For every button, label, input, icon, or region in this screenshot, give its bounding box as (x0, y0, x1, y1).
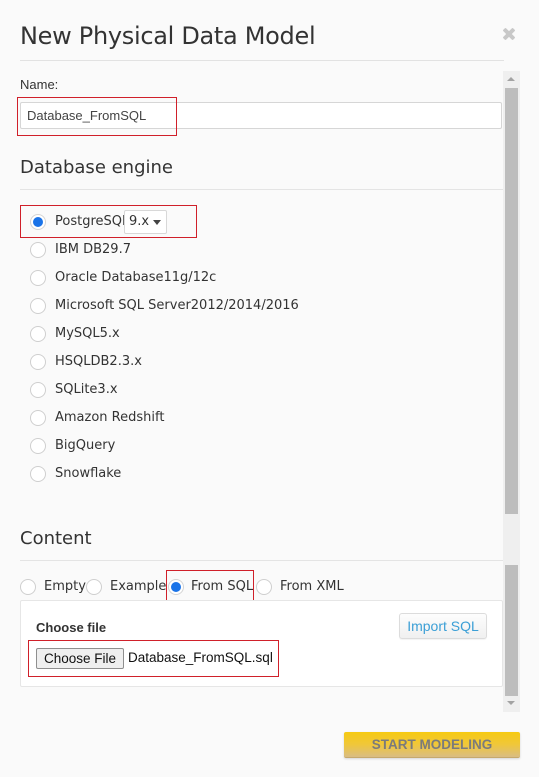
label-from-xml[interactable]: From XML (280, 579, 344, 594)
label-example[interactable]: Example (110, 579, 166, 594)
radio-oracle[interactable] (30, 270, 46, 286)
radio-snowflake[interactable] (30, 466, 46, 482)
title-divider (20, 60, 504, 61)
radio-mysql[interactable] (30, 326, 46, 342)
import-sql-button[interactable]: Import SQL (399, 613, 487, 639)
postgresql-version-select[interactable]: 9.x (124, 210, 167, 234)
database-engine-divider (20, 189, 503, 190)
name-input[interactable] (20, 102, 502, 129)
radio-sqlite[interactable] (30, 382, 46, 398)
radio-bigquery[interactable] (30, 438, 46, 454)
choose-file-label: Choose file (36, 620, 107, 635)
dialog-title: New Physical Data Model (20, 22, 316, 50)
radio-postgresql[interactable] (30, 214, 46, 230)
radio-redshift[interactable] (30, 410, 46, 426)
content-divider (20, 560, 503, 561)
label-empty[interactable]: Empty (44, 579, 86, 594)
label-postgresql[interactable]: PostgreSQL (55, 214, 129, 229)
start-modeling-button[interactable]: START MODELING (344, 732, 520, 758)
label-mysql[interactable]: MySQL5.x (55, 326, 120, 341)
scroll-down-arrow-icon[interactable] (507, 701, 515, 705)
close-icon[interactable] (502, 27, 516, 41)
radio-empty[interactable] (20, 579, 36, 595)
name-label: Name: (20, 77, 59, 92)
label-oracle[interactable]: Oracle Database11g/12c (55, 270, 216, 285)
label-snowflake[interactable]: Snowflake (55, 466, 121, 481)
scroll-up-arrow-icon[interactable] (507, 77, 515, 81)
postgresql-version-value: 9.x (129, 214, 150, 229)
scrollbar-thumb-lower[interactable] (505, 565, 518, 696)
radio-from-xml[interactable] (256, 579, 272, 595)
label-sqlite[interactable]: SQLite3.x (55, 382, 118, 397)
label-from-sql[interactable]: From SQL (191, 579, 253, 594)
label-redshift[interactable]: Amazon Redshift (55, 410, 164, 425)
label-bigquery[interactable]: BigQuery (55, 438, 115, 453)
label-hsqldb[interactable]: HSQLDB2.3.x (55, 354, 142, 369)
choose-file-button[interactable]: Choose File (36, 648, 124, 669)
scrollbar-thumb[interactable] (505, 88, 518, 514)
label-mssql[interactable]: Microsoft SQL Server2012/2014/2016 (55, 298, 299, 313)
radio-mssql[interactable] (30, 298, 46, 314)
radio-from-sql[interactable] (168, 579, 184, 595)
selected-file-name: Database_FromSQL.sql (128, 650, 273, 665)
chevron-down-icon (153, 220, 161, 225)
radio-example[interactable] (86, 579, 102, 595)
content-heading: Content (20, 528, 92, 549)
radio-hsqldb[interactable] (30, 354, 46, 370)
radio-ibm-db2[interactable] (30, 242, 46, 258)
database-engine-heading: Database engine (20, 157, 173, 178)
label-ibm-db2[interactable]: IBM DB29.7 (55, 242, 131, 257)
